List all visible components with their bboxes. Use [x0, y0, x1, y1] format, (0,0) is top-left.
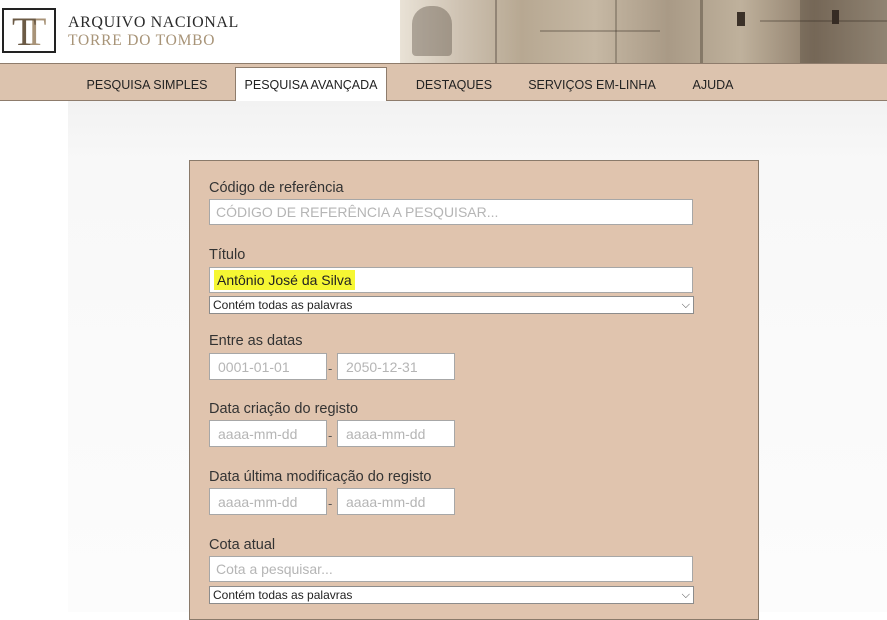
tab-servicos-em-linha[interactable]: SERVIÇOS EM-LINHA	[517, 64, 667, 100]
title-label: Título	[209, 247, 246, 263]
tab-ajuda[interactable]: AJUDA	[680, 64, 746, 100]
date-range-label: Entre as datas	[209, 333, 303, 349]
logo-subtitle[interactable]: TORRE DO TOMBO	[68, 32, 215, 50]
modified-date-label: Data última modificação do registo	[209, 469, 432, 485]
created-separator: -	[328, 428, 333, 443]
tab-destaques[interactable]: DESTAQUES	[404, 64, 504, 100]
shelfmark-match-select[interactable]: Contém todas as palavras ⌵	[209, 586, 694, 604]
title-match-select[interactable]: Contém todas as palavras ⌵	[209, 296, 694, 314]
site-header: T T ARQUIVO NACIONAL TORRE DO TOMBO	[0, 0, 887, 63]
left-column	[0, 101, 69, 612]
chevron-down-icon: ⌵	[681, 589, 690, 601]
title-match-selected: Contém todas as palavras	[213, 298, 353, 312]
date-range-from-input[interactable]	[209, 353, 327, 380]
chevron-down-icon: ⌵	[681, 299, 690, 311]
title-input[interactable]: Antônio José da Silva	[209, 267, 693, 293]
created-from-input[interactable]	[209, 420, 327, 447]
logo-title[interactable]: ARQUIVO NACIONAL	[68, 14, 239, 32]
header-tower-photo	[400, 0, 887, 63]
shelfmark-match-selected: Contém todas as palavras	[213, 588, 353, 602]
created-date-label: Data criação do registo	[209, 401, 359, 417]
modified-separator: -	[328, 496, 333, 511]
title-input-value: Antônio José da Silva	[214, 270, 355, 290]
modified-from-input[interactable]	[209, 488, 327, 515]
date-range-separator: -	[328, 361, 333, 376]
shelfmark-label: Cota atual	[209, 537, 276, 553]
created-to-input[interactable]	[337, 420, 455, 447]
main-nav: PESQUISA SIMPLES PESQUISA AVANÇADA DESTA…	[0, 63, 887, 105]
tab-pesquisa-simples[interactable]: PESQUISA SIMPLES	[76, 64, 218, 100]
shelfmark-input[interactable]	[209, 556, 693, 582]
modified-to-input[interactable]	[337, 488, 455, 515]
tab-pesquisa-avancada[interactable]: PESQUISA AVANÇADA	[235, 67, 387, 105]
ref-code-input[interactable]	[209, 199, 693, 225]
ref-code-label: Código de referência	[209, 180, 344, 196]
logo-monogram-icon[interactable]: T T	[2, 8, 56, 53]
date-range-to-input[interactable]	[337, 353, 455, 380]
